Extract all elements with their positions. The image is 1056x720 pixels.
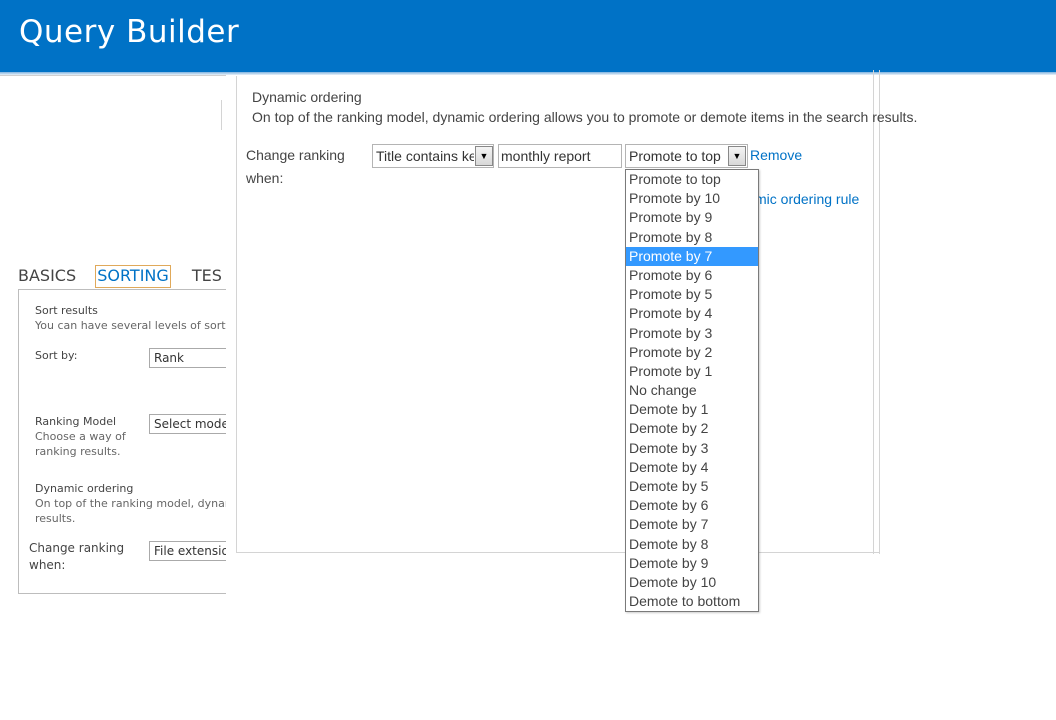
ranking-model-select[interactable]: Select mode [149,414,226,434]
triangle-down-icon[interactable]: ▼ [475,146,493,166]
triangle-down-icon[interactable]: ▼ [728,146,746,166]
dynamic-ordering-desc-line1: On top of the ranking model, dynan [35,497,226,510]
sort-by-select[interactable]: Rank [149,348,226,368]
section-description: On top of the ranking model, dynamic ord… [252,109,918,125]
dropdown-option[interactable]: Demote by 4 [626,458,758,477]
ranking-model-desc-line1: Choose a way of [35,430,126,443]
condition-select[interactable]: File extensio [149,541,226,561]
keyword-input[interactable]: monthly report [498,144,622,168]
page-title: Query Builder [19,14,240,50]
action-select[interactable]: Promote to top ▼ [625,144,748,168]
dropdown-option[interactable]: Promote by 4 [626,304,758,323]
dropdown-option[interactable]: Demote by 6 [626,496,758,515]
tab-sorting[interactable]: SORTING [95,265,171,288]
change-ranking-label: Change ranking [29,541,125,555]
ranking-model-desc-line2: ranking results. [35,445,121,458]
sort-by-label: Sort by: [35,349,78,362]
dropdown-option[interactable]: Demote by 9 [626,554,758,573]
dynamic-ordering-dialog: Dynamic ordering On top of the ranking m… [221,70,917,554]
dropdown-option[interactable]: Promote by 5 [626,285,758,304]
tab-basics[interactable]: BASICS [18,266,76,287]
dropdown-option[interactable]: Demote to bottom [626,592,758,611]
condition-select-value: Title contains ke [376,148,474,164]
dropdown-option[interactable]: Promote by 9 [626,208,758,227]
dropdown-option[interactable]: Demote by 2 [626,419,758,438]
remove-link[interactable]: Remove [750,147,802,163]
dropdown-option[interactable]: No change [626,381,758,400]
dropdown-option[interactable]: Promote by 1 [626,362,758,381]
action-dropdown-list[interactable]: Promote to top Promote by 10 Promote by 9P… [625,169,759,613]
dynamic-ordering-title: Dynamic ordering [35,482,134,495]
dropdown-option[interactable]: Promote by 3 [626,324,758,343]
dropdown-option[interactable]: Promote by 6 [626,266,758,285]
divider [221,100,222,130]
add-dynamic-ordering-rule-link[interactable]: mic ordering rule [755,191,859,207]
dropdown-option[interactable]: Demote by 8 [626,535,758,554]
condition-select[interactable]: Title contains ke ▼ [372,144,494,168]
dropdown-option[interactable]: Demote by 1 [626,400,758,419]
change-ranking-label: Change ranking [246,147,345,163]
dropdown-option[interactable]: Promote to top [626,170,758,189]
dropdown-option[interactable]: Promote by 10 [626,189,758,208]
background-panel: BASICS SORTING TES Sort results You can … [0,75,226,605]
change-ranking-label-when: when: [246,170,284,186]
dialog-border-left [236,76,237,552]
dropdown-option[interactable]: Demote by 3 [626,439,758,458]
tab-test[interactable]: TES [192,266,222,287]
dropdown-option[interactable]: Promote by 7 [626,246,758,266]
divider [0,75,226,76]
sort-results-desc: You can have several levels of sortin [35,319,226,332]
dynamic-ordering-desc-line2: results. [35,512,76,525]
ranking-model-label: Ranking Model [35,415,117,428]
dropdown-option[interactable]: Demote by 5 [626,477,758,496]
action-select-value: Promote to top [629,148,721,164]
tab-strip: BASICS SORTING TES [18,265,226,288]
dropdown-option[interactable]: Demote by 7 [626,515,758,534]
section-title: Dynamic ordering [252,89,362,105]
change-ranking-label-when: when: [29,558,66,572]
dialog-border-right [873,70,874,554]
dropdown-option[interactable]: Promote by 8 [626,228,758,247]
sorting-panel: Sort results You can have several levels… [18,289,226,594]
dropdown-option[interactable]: Promote by 2 [626,343,758,362]
dropdown-option[interactable]: Demote by 10 [626,573,758,592]
sort-results-title: Sort results [35,304,98,317]
dialog-border-bottom [236,552,879,553]
dialog-border-right-outer [879,70,880,554]
header-bar: Query Builder [0,0,1056,72]
